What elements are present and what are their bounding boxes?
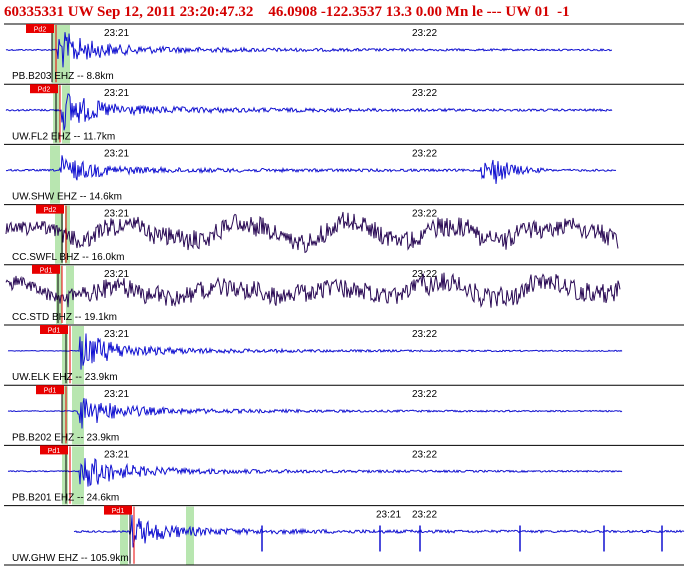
pick-label: Pd1 <box>44 388 57 395</box>
time-mark-label: 23:22 <box>412 209 437 220</box>
station-label: PB.B202 EHZ -- 23.9km <box>12 432 119 443</box>
time-mark-label: 23:22 <box>412 269 437 280</box>
time-mark-label: 23:22 <box>412 88 437 99</box>
waveform-trace[interactable] <box>7 457 623 487</box>
station-label: PB.B201 EHZ -- 24.6km <box>12 493 119 504</box>
trace-row[interactable]: 23:21 23:22 UW.SHW EHZ -- 14.6km <box>4 143 684 204</box>
time-mark-label: 23:22 <box>412 148 437 159</box>
pick-label: Pd1 <box>48 328 61 335</box>
trace-row[interactable]: Pd1 23:21 23:22 PB.B202 EHZ -- 23.9km <box>4 384 684 445</box>
time-mark-label: 23:21 <box>104 329 129 340</box>
waveform-trace[interactable] <box>5 211 619 254</box>
time-mark-label: 23:21 <box>104 148 129 159</box>
trace-row[interactable]: Pd1 23:21 23:22 PB.B201 EHZ -- 24.6km <box>4 444 684 505</box>
trace-row[interactable]: Pd2 23:21 23:22 CC.SWFL BHZ -- 16.0km <box>4 204 684 264</box>
time-mark-label: 23:22 <box>412 510 437 521</box>
time-mark-label: 23:21 <box>104 28 129 39</box>
pick-label: Pd1 <box>48 448 61 455</box>
waveform-trace[interactable] <box>5 155 617 184</box>
time-mark-label: 23:21 <box>104 269 129 280</box>
waveform-trace[interactable] <box>5 32 613 68</box>
pick-label: Pd1 <box>40 267 53 274</box>
trace-row[interactable]: Pd2 23:21 23:22 PB.B203 EHZ -- 8.8km <box>4 23 684 84</box>
time-mark-label: 23:21 <box>104 389 129 400</box>
pick-label: Pd2 <box>38 87 51 94</box>
station-label: UW.FL2 EHZ -- 11.7km <box>12 131 115 142</box>
station-label: CC.SWFL BHZ -- 16.0km <box>12 252 124 263</box>
station-label: PB.B203 EHZ -- 8.8km <box>12 71 114 82</box>
time-mark-label: 23:21 <box>104 88 129 99</box>
time-mark-label: 23:21 <box>104 449 129 460</box>
waveform-trace[interactable] <box>5 93 613 131</box>
time-mark-label: 23:21 <box>104 209 129 220</box>
time-mark-label: 23:22 <box>412 389 437 400</box>
time-mark-label: 23:22 <box>412 28 437 39</box>
station-label: UW.GHW EHZ -- 105.9km <box>12 553 129 564</box>
station-label: UW.ELK EHZ -- 23.9km <box>12 372 118 383</box>
trace-row[interactable]: Pd1 23:21 23:22 CC.STD BHZ -- 19.1km <box>4 264 684 324</box>
station-label: UW.SHW EHZ -- 14.6km <box>12 192 122 203</box>
pick-label: Pd2 <box>44 207 57 214</box>
seismogram-panel[interactable]: Pd2 23:21 23:22 PB.B203 EHZ -- 8.8km Pd2 23:2… <box>0 0 688 566</box>
trace-row[interactable]: Pd2 23:21 23:22 UW.FL2 EHZ -- 11.7km <box>4 83 684 144</box>
waveform-trace[interactable] <box>7 333 623 370</box>
pick-label: Pd2 <box>34 27 47 34</box>
trace-row[interactable]: Pd1 23:21 23:22 UW.GHW EHZ -- 105.9km <box>4 505 685 565</box>
trace-row[interactable]: Pd1 23:21 23:22 UW.ELK EHZ -- 23.9km <box>4 324 684 385</box>
pick-window-band <box>186 506 194 565</box>
pick-label: Pd1 <box>112 508 125 515</box>
waveform-trace[interactable] <box>5 272 621 309</box>
time-mark-label: 23:22 <box>412 449 437 460</box>
time-mark-label: 23:21 <box>376 510 401 521</box>
station-label: CC.STD BHZ -- 19.1km <box>12 312 117 323</box>
waveform-trace[interactable] <box>7 398 623 429</box>
time-mark-label: 23:22 <box>412 329 437 340</box>
